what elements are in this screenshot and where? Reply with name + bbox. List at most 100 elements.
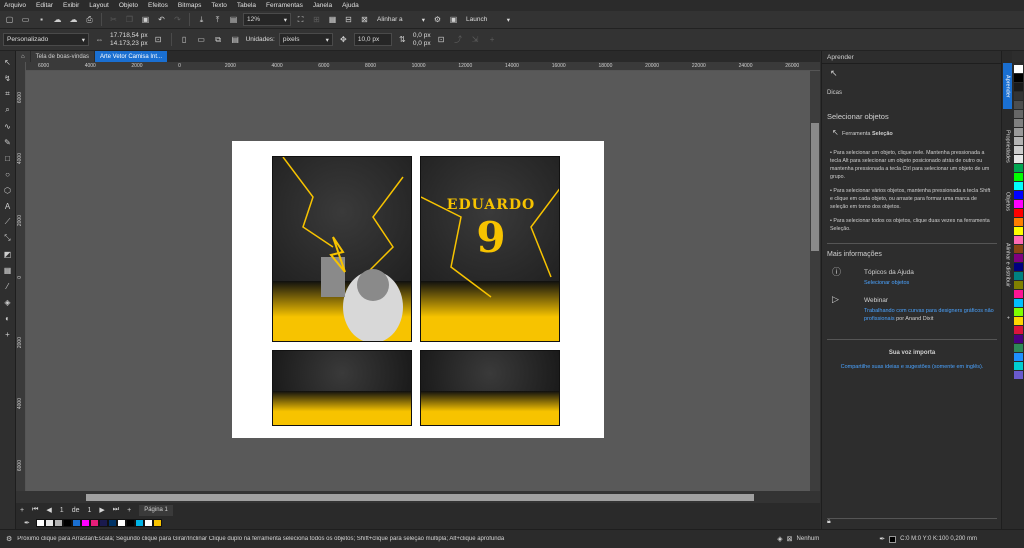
- connector-tool-icon[interactable]: ⤡: [1, 231, 14, 245]
- document-palette-swatch[interactable]: [152, 519, 162, 527]
- save-icon[interactable]: ▪: [35, 13, 48, 26]
- add-docker-icon[interactable]: +: [1003, 313, 1012, 323]
- pick-tool-icon[interactable]: ↖: [1, 55, 14, 69]
- shape-tool-icon[interactable]: ↯: [1, 71, 14, 85]
- full-screen-icon[interactable]: ⛶: [294, 13, 307, 26]
- add-icon[interactable]: +: [486, 33, 499, 46]
- transparency-tool-icon[interactable]: ▦: [1, 263, 14, 277]
- palette-swatch[interactable]: [1013, 209, 1023, 217]
- menu-item-efeitos[interactable]: Efeitos: [148, 2, 168, 9]
- menu-item-layout[interactable]: Layout: [89, 2, 109, 9]
- drawing-canvas[interactable]: EDUARDO 9: [26, 71, 810, 491]
- document-palette-swatch[interactable]: [143, 519, 153, 527]
- cut-icon[interactable]: ✂: [107, 13, 120, 26]
- palette-swatch[interactable]: [1013, 344, 1023, 352]
- tab-document[interactable]: Arte Vetor Camisa Int...: [95, 51, 168, 62]
- artwork-back[interactable]: EDUARDO 9: [420, 156, 560, 342]
- palette-swatch[interactable]: [1013, 308, 1023, 316]
- palette-swatch[interactable]: [1013, 182, 1023, 190]
- document-palette-swatch[interactable]: [53, 519, 63, 527]
- vertical-ruler[interactable]: 6000 4000 2000 0 2000 4000 6000: [16, 62, 26, 491]
- add-page-icon[interactable]: +: [20, 507, 24, 514]
- menu-item-exibir[interactable]: Exibir: [63, 2, 79, 9]
- palette-swatch[interactable]: [1013, 83, 1023, 91]
- palette-swatch[interactable]: [1013, 281, 1023, 289]
- artwork-front[interactable]: [272, 156, 412, 342]
- document-palette-swatch[interactable]: [107, 519, 117, 527]
- zoom-tool-icon[interactable]: ⌕: [1, 103, 14, 117]
- palette-swatch[interactable]: [1013, 218, 1023, 226]
- shadow-tool-icon[interactable]: ◩: [1, 247, 14, 261]
- current-page-icon[interactable]: ▤: [229, 33, 242, 46]
- launch-icon[interactable]: ▣: [447, 13, 460, 26]
- options-gear-icon[interactable]: ⚙: [431, 13, 444, 26]
- horizontal-scroll-thumb[interactable]: [86, 494, 754, 501]
- all-pages-icon[interactable]: ⧉: [212, 33, 225, 46]
- palette-swatch[interactable]: [1013, 263, 1023, 271]
- document-palette-swatch[interactable]: [35, 519, 45, 527]
- snap-icon[interactable]: ⊞: [310, 13, 323, 26]
- portrait-icon[interactable]: ▯: [178, 33, 191, 46]
- rectangle-tool-icon[interactable]: □: [1, 151, 14, 165]
- lock-icon[interactable]: 🔒︎: [827, 518, 831, 526]
- palette-swatch[interactable]: [1013, 227, 1023, 235]
- artwork-sleeve-left[interactable]: [272, 350, 412, 426]
- publish-icon[interactable]: ⤴: [452, 33, 465, 46]
- first-page-icon[interactable]: ⏮: [32, 506, 38, 514]
- dup-y-field[interactable]: 0,0 px: [413, 40, 431, 47]
- text-tool-icon[interactable]: A: [1, 199, 14, 213]
- tab-properties[interactable]: Propriedades: [1003, 117, 1012, 175]
- artwork-sleeve-right[interactable]: [420, 350, 560, 426]
- palette-swatch[interactable]: [1013, 146, 1023, 154]
- menu-item-ferramentas[interactable]: Ferramentas: [266, 2, 303, 9]
- guides-icon[interactable]: ⊟: [342, 13, 355, 26]
- menu-item-editar[interactable]: Editar: [36, 2, 53, 9]
- page-width-field[interactable]: 17.718,54 px: [110, 32, 148, 39]
- freehand-tool-icon[interactable]: ∿: [1, 119, 14, 133]
- feedback-link[interactable]: Compartilhe suas ideias e sugestões (som…: [822, 363, 1002, 371]
- last-page-icon[interactable]: ⏭: [113, 506, 119, 514]
- help-topics-link[interactable]: Selecionar objetos: [864, 279, 909, 287]
- new-document-icon[interactable]: ▢: [3, 13, 16, 26]
- tab-learn[interactable]: Aprender: [1003, 63, 1012, 109]
- palette-swatch[interactable]: [1013, 65, 1023, 73]
- polygon-tool-icon[interactable]: ⬡: [1, 183, 14, 197]
- dup-x-field[interactable]: 0,0 px: [413, 32, 431, 39]
- prev-page-icon[interactable]: ◀: [46, 506, 51, 514]
- palette-swatch[interactable]: [1013, 110, 1023, 118]
- menu-item-texto[interactable]: Texto: [211, 2, 227, 9]
- page-border-icon[interactable]: ⊡: [435, 33, 448, 46]
- document-palette-swatch[interactable]: [62, 519, 72, 527]
- launch-dropdown[interactable]: Launch ▾: [463, 13, 513, 26]
- outline-pen-icon[interactable]: ✒: [879, 535, 885, 543]
- page[interactable]: EDUARDO 9: [232, 141, 604, 438]
- next-page-icon[interactable]: ▶: [99, 506, 104, 514]
- menu-item-arquivo[interactable]: Arquivo: [4, 2, 26, 9]
- menu-item-bitmaps[interactable]: Bitmaps: [178, 2, 201, 9]
- landscape-icon[interactable]: ▭: [195, 33, 208, 46]
- tab-align-distribute[interactable]: Alinhar e distribuir: [1003, 227, 1012, 303]
- print-icon[interactable]: ⎙: [83, 13, 96, 26]
- document-palette-swatch[interactable]: [134, 519, 144, 527]
- smart-fill-icon[interactable]: ◐: [1, 311, 14, 325]
- document-palette-swatch[interactable]: [125, 519, 135, 527]
- parallel-dimension-icon[interactable]: ⟋: [1, 215, 14, 229]
- palette-swatch[interactable]: [1013, 173, 1023, 181]
- palette-swatch[interactable]: [1013, 119, 1023, 127]
- palette-swatch[interactable]: [1013, 191, 1023, 199]
- palette-swatch[interactable]: [1013, 299, 1023, 307]
- rulers-icon[interactable]: ▦: [326, 13, 339, 26]
- open-icon[interactable]: ▭: [19, 13, 32, 26]
- palette-swatch[interactable]: [1013, 353, 1023, 361]
- cloud-upload-icon[interactable]: ☁: [67, 13, 80, 26]
- palette-swatch[interactable]: [1013, 371, 1023, 379]
- nudge-distance-field[interactable]: 10,0 px: [353, 33, 392, 46]
- tab-objects[interactable]: Objetos: [1003, 183, 1012, 219]
- undo-icon[interactable]: ↶: [155, 13, 168, 26]
- zoom-level-dropdown[interactable]: 12% ▾: [243, 13, 291, 26]
- home-icon[interactable]: ⌂: [16, 51, 30, 62]
- page-preset-dropdown[interactable]: Personalizado ▾: [3, 33, 89, 46]
- horizontal-scrollbar[interactable]: [16, 491, 820, 503]
- palette-swatch[interactable]: [1013, 155, 1023, 163]
- palette-swatch[interactable]: [1013, 128, 1023, 136]
